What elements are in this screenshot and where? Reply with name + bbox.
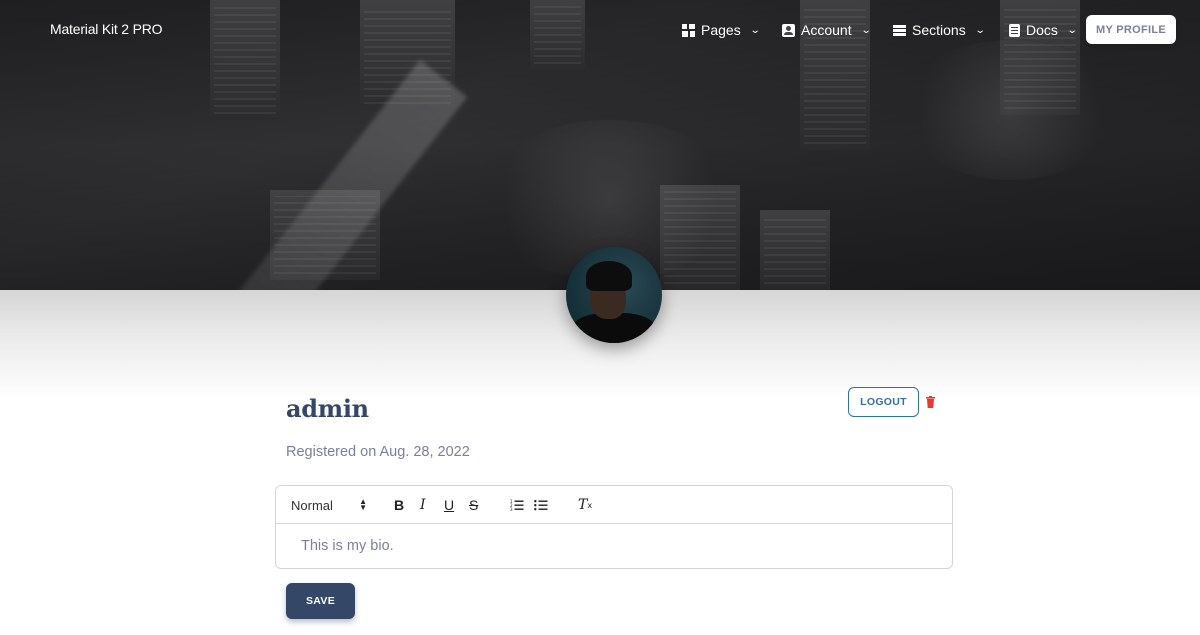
nav-account[interactable]: Account ⌄: [782, 20, 872, 40]
account-icon: [782, 23, 795, 37]
pages-icon: [682, 23, 695, 37]
my-profile-button[interactable]: MY PROFILE: [1086, 15, 1176, 44]
nav-docs-label: Docs: [1026, 22, 1058, 38]
nav-docs[interactable]: Docs ⌄: [1009, 20, 1078, 40]
strike-icon[interactable]: S: [469, 497, 478, 513]
registered-date: Registered on Aug. 28, 2022: [286, 444, 470, 460]
chevron-down-icon: ⌄: [860, 24, 872, 36]
nav-pages-label: Pages: [701, 22, 741, 38]
ordered-list-icon[interactable]: 1 2 3: [510, 497, 524, 513]
format-select[interactable]: Normal ▲ ▼: [291, 497, 367, 513]
navbar: Material Kit 2 PRO Pages ⌄ Account ⌄ Sec…: [0, 0, 1200, 60]
brand-link[interactable]: Material Kit 2 PRO: [50, 21, 163, 37]
bold-icon[interactable]: B: [394, 497, 404, 513]
bio-editor: Normal ▲ ▼ B I U S 1 2 3 T x This is my …: [275, 485, 953, 569]
bio-text[interactable]: This is my bio.: [301, 538, 394, 554]
underline-icon[interactable]: U: [444, 497, 454, 513]
bullet-list-icon[interactable]: [534, 497, 548, 513]
save-button[interactable]: SAVE: [286, 583, 355, 619]
clear-format-icon[interactable]: Tx: [578, 497, 592, 513]
select-arrows-icon: ▲ ▼: [359, 497, 367, 512]
chevron-down-icon: ⌄: [749, 24, 761, 36]
logout-button[interactable]: LOGOUT: [848, 387, 919, 417]
chevron-down-icon: ⌄: [974, 24, 986, 36]
sections-icon: [893, 23, 906, 37]
nav-sections-label: Sections: [912, 22, 966, 38]
svg-text:3: 3: [510, 507, 513, 511]
nav-pages[interactable]: Pages ⌄: [682, 20, 761, 40]
format-select-value: Normal: [291, 497, 333, 513]
nav-sections[interactable]: Sections ⌄: [893, 20, 986, 40]
docs-icon: [1009, 23, 1020, 37]
trash-icon[interactable]: [926, 396, 935, 408]
editor-toolbar: Normal ▲ ▼ B I U S 1 2 3 T x: [276, 486, 952, 524]
italic-icon[interactable]: I: [420, 497, 426, 513]
avatar: [566, 247, 662, 343]
profile-username: admin: [286, 394, 369, 423]
nav-account-label: Account: [801, 22, 852, 38]
chevron-down-icon: ⌄: [1066, 24, 1078, 36]
